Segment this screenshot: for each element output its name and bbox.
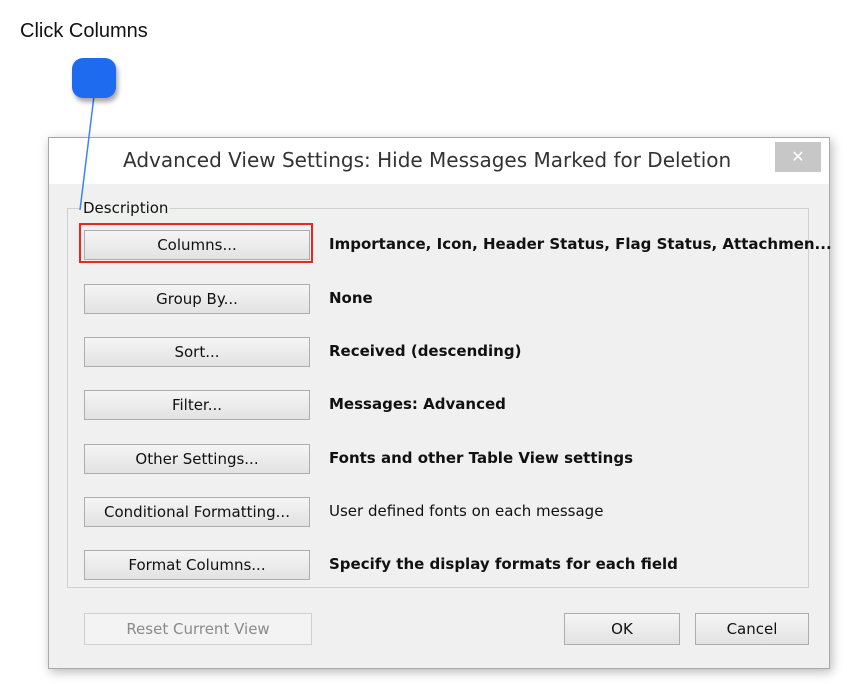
callout-text: Click Columns	[20, 20, 148, 42]
close-icon: ✕	[791, 147, 805, 166]
columns-description: Importance, Icon, Header Status, Flag St…	[329, 235, 832, 253]
columns-button-highlight	[79, 223, 313, 263]
advanced-view-settings-dialog: Advanced View Settings: Hide Messages Ma…	[48, 137, 832, 669]
dialog-title: Advanced View Settings: Hide Messages Ma…	[123, 148, 732, 172]
close-button[interactable]: ✕	[775, 142, 821, 172]
group-by-button[interactable]: Group By...	[84, 284, 310, 314]
filter-description: Messages: Advanced	[329, 395, 506, 413]
settings-row-group-by: Group By... None	[84, 284, 804, 316]
filter-button[interactable]: Filter...	[84, 390, 310, 420]
settings-row-filter: Filter... Messages: Advanced	[84, 390, 804, 422]
dialog-titlebar: Advanced View Settings: Hide Messages Ma…	[49, 138, 829, 184]
format-columns-button[interactable]: Format Columns...	[84, 550, 310, 580]
settings-row-sort: Sort... Received (descending)	[84, 337, 804, 369]
settings-row-format-columns: Format Columns... Specify the display fo…	[84, 550, 804, 582]
sort-description: Received (descending)	[329, 342, 522, 360]
callout-marker	[72, 58, 116, 98]
reset-current-view-button[interactable]: Reset Current View	[84, 613, 312, 645]
other-settings-description: Fonts and other Table View settings	[329, 449, 634, 467]
conditional-formatting-button[interactable]: Conditional Formatting...	[84, 497, 310, 527]
other-settings-button[interactable]: Other Settings...	[84, 444, 310, 474]
conditional-formatting-description: User defined fonts on each message	[329, 502, 604, 520]
settings-row-other-settings: Other Settings... Fonts and other Table …	[84, 444, 804, 476]
group-by-description: None	[329, 289, 373, 307]
description-group-label: Description	[81, 199, 171, 217]
sort-button[interactable]: Sort...	[84, 337, 310, 367]
settings-row-conditional-formatting: Conditional Formatting... User defined f…	[84, 497, 804, 529]
format-columns-description: Specify the display formats for each fie…	[329, 555, 678, 573]
cancel-button[interactable]: Cancel	[695, 613, 809, 645]
ok-button[interactable]: OK	[564, 613, 680, 645]
